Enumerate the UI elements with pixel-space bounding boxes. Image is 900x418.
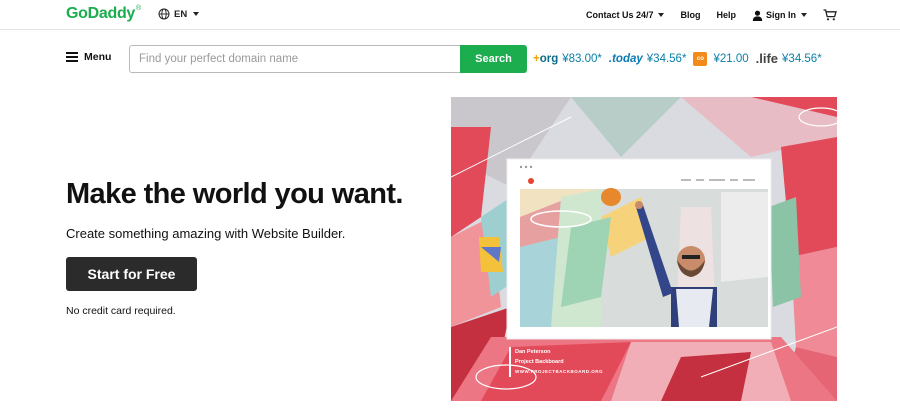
tld-price: ¥83.00* [562,52,602,65]
chevron-down-icon [193,12,200,16]
godaddy-logo[interactable]: GoDaddy® [66,5,141,23]
start-for-free-button[interactable]: Start for Free [66,257,197,291]
contact-label: Contact Us 24/7 [585,10,654,20]
contact-link[interactable]: Contact Us 24/7 [586,10,665,20]
help-label: Help [716,10,736,20]
no-credit-card-note: No credit card required. [66,305,176,317]
top-nav: Contact Us 24/7 Blog Help Sign In [570,9,837,21]
tld-price: ¥34.56* [646,52,687,65]
tld-price-list: + org ¥83.00* .today ¥34.56* co ¥21.00 .… [533,51,829,66]
hero-image: Dan Peterson Project Backboard WWW.PROJE… [451,97,837,401]
tld-org[interactable]: + org ¥83.00* [533,53,602,65]
language-label: EN [174,8,188,20]
image-caption: Dan Peterson Project Backboard WWW.PROJE… [509,347,603,377]
caption-url: WWW.PROJECTBACKBOARD.ORG [515,369,603,374]
hero-headline: Make the world you want. [66,178,403,210]
tld-price: ¥21.00 [713,52,749,65]
blog-label: Blog [680,10,701,20]
top-bar: GoDaddy® EN Contact Us 24/7 Blog Help Si… [0,0,900,30]
globe-icon [158,8,170,20]
caption-project: Project Backboard [515,359,564,365]
tld-name: .today [608,52,643,65]
hero-subheadline: Create something amazing with Website Bu… [66,226,346,241]
tld-today[interactable]: .today ¥34.56* [609,53,687,65]
blog-link[interactable]: Blog [680,10,700,20]
plus-icon: + [533,52,540,65]
search-button[interactable]: Search [460,45,527,73]
sign-in-link[interactable]: Sign In [752,10,807,21]
language-selector[interactable]: EN [158,8,200,20]
tld-name: org [539,52,559,65]
menu-button[interactable]: Menu [66,51,111,63]
tld-life[interactable]: .life ¥34.56* [756,51,822,66]
sign-in-label: Sign In [766,10,796,20]
logo-text: GoDaddy [66,5,136,22]
tld-co[interactable]: co ¥21.00 [693,51,749,66]
logo-registered-mark: ® [136,5,141,12]
co-badge-icon: co [693,51,708,66]
menu-label: Menu [84,51,112,63]
chevron-down-icon [658,13,665,17]
cart-icon [823,9,837,21]
hamburger-icon [66,52,78,62]
domain-search-input[interactable] [129,45,461,73]
caption-name: Dan Peterson [515,349,551,355]
chevron-down-icon [801,13,807,17]
tld-price: ¥34.56* [782,52,822,65]
cart-button[interactable] [823,9,837,21]
user-icon [752,10,763,21]
help-link[interactable]: Help [716,10,736,20]
tld-name: .life [755,51,779,66]
